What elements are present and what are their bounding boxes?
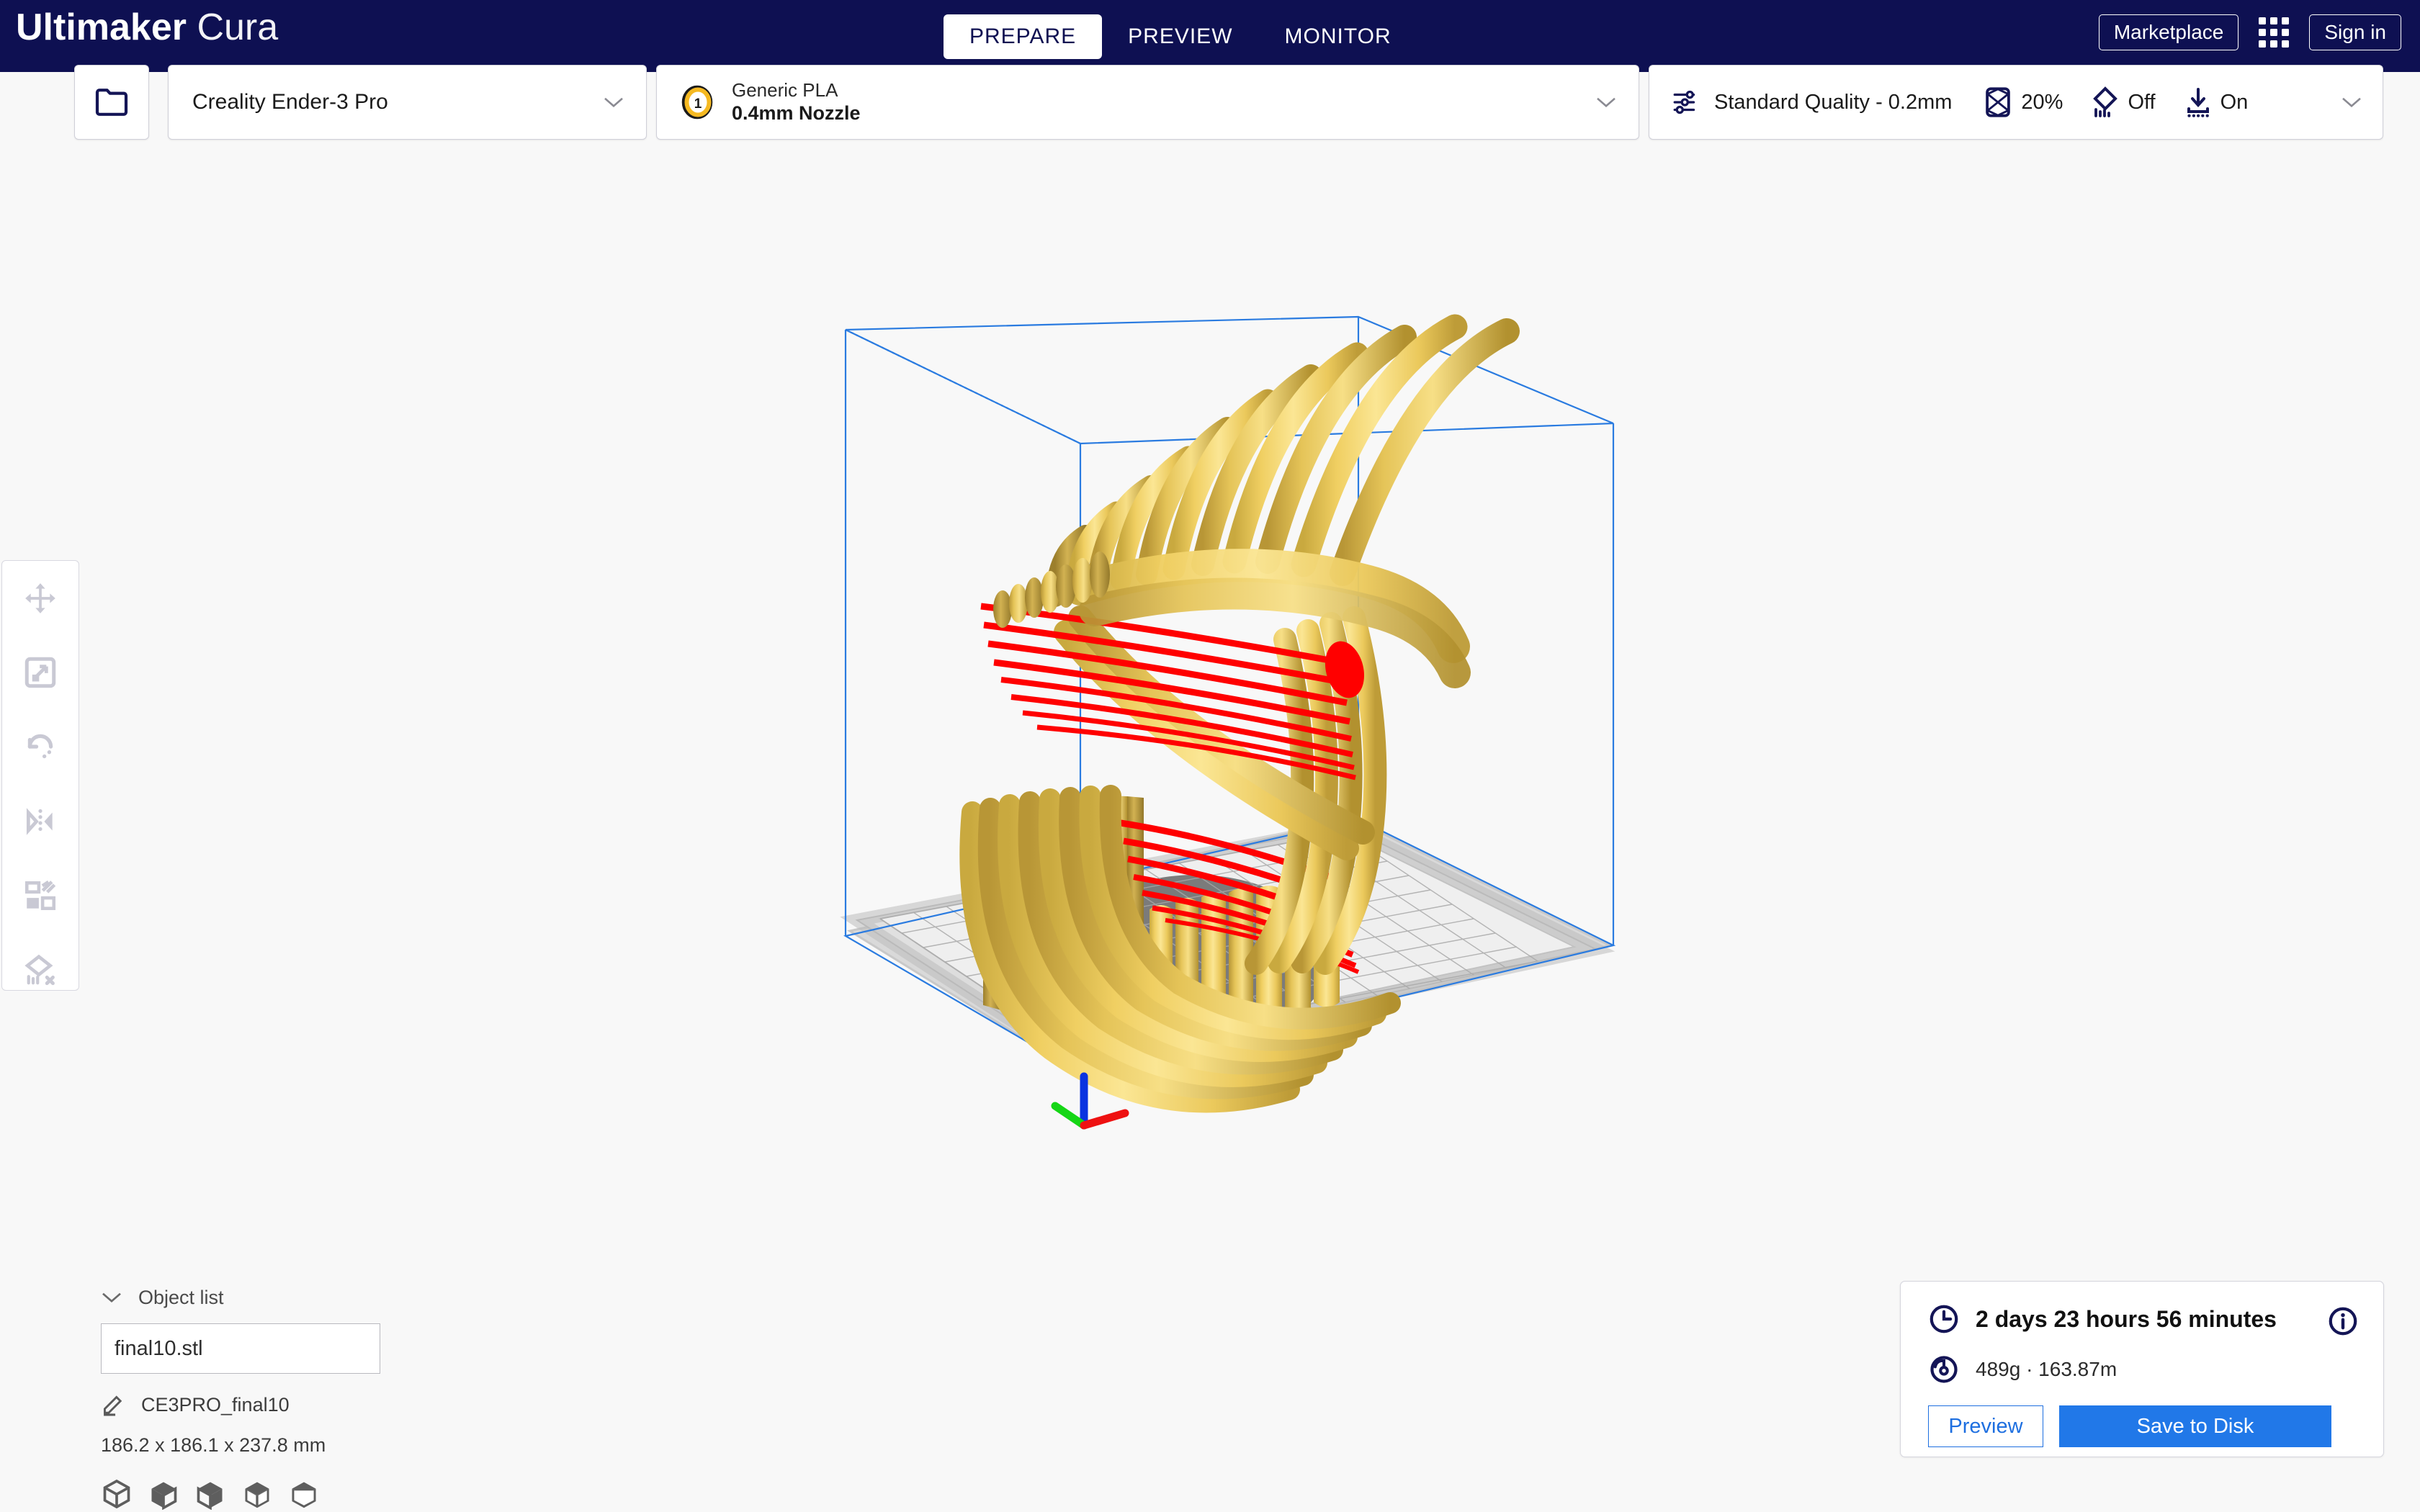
- view-top-button[interactable]: [194, 1478, 226, 1512]
- quality-profile-group: Standard Quality - 0.2mm: [1671, 87, 1952, 117]
- infill-group: 20%: [1985, 87, 2063, 117]
- cube-iso-icon: [101, 1478, 133, 1510]
- cube-front-icon: [148, 1478, 179, 1510]
- clock-icon: [1928, 1303, 1960, 1335]
- main-tabs: PREPARE PREVIEW MONITOR: [944, 14, 1417, 59]
- quality-profile-value: Standard Quality - 0.2mm: [1714, 91, 1952, 114]
- app-header: Ultimaker Cura PREPARE PREVIEW MONITOR M…: [0, 0, 2420, 72]
- header-actions: Marketplace Sign in: [2099, 14, 2401, 50]
- print-time-row: 2 days 23 hours 56 minutes: [1928, 1303, 2277, 1335]
- cube-right-icon: [288, 1478, 320, 1510]
- pencil-icon: [101, 1392, 125, 1417]
- chevron-down-icon: [101, 1291, 122, 1304]
- marketplace-button[interactable]: Marketplace: [2099, 14, 2239, 50]
- chevron-down-icon: [1595, 96, 1617, 109]
- sign-in-button[interactable]: Sign in: [2309, 14, 2401, 50]
- per-model-settings-tool[interactable]: [18, 876, 63, 916]
- brand-light: Cura: [197, 6, 278, 48]
- infill-value: 20%: [2021, 91, 2063, 114]
- move-tool[interactable]: [18, 578, 63, 618]
- chevron-down-icon: [2341, 96, 2362, 109]
- cube-top-icon: [194, 1478, 226, 1510]
- scale-tool[interactable]: [18, 652, 63, 693]
- info-circle-icon: [2327, 1305, 2359, 1337]
- object-list-panel: Object list final10.stl CE3PRO_final10 1…: [101, 1282, 475, 1512]
- adhesion-icon: [2184, 86, 2212, 118]
- move-arrows-icon: [22, 580, 58, 616]
- preview-button[interactable]: Preview: [1928, 1405, 2043, 1447]
- extruder-badge: 1: [680, 84, 714, 120]
- save-to-disk-button[interactable]: Save to Disk: [2059, 1405, 2331, 1447]
- material-name: Generic PLA: [732, 79, 861, 102]
- tab-prepare[interactable]: PREPARE: [944, 14, 1102, 59]
- machine-selector[interactable]: Creality Ender-3 Pro: [168, 65, 647, 140]
- material-usage-row: 489g · 163.87m: [1928, 1354, 2117, 1385]
- support-blocker-icon: [22, 952, 58, 988]
- svg-text:1: 1: [694, 96, 702, 112]
- view-left-button[interactable]: [241, 1478, 273, 1512]
- sliders-icon: [1671, 87, 1701, 117]
- support-icon: [2092, 86, 2119, 118]
- mirror-tool[interactable]: [18, 801, 63, 842]
- chevron-down-icon: [603, 96, 624, 109]
- print-time-value: 2 days 23 hours 56 minutes: [1976, 1306, 2277, 1333]
- cube-left-icon: [241, 1478, 273, 1510]
- print-info-tooltip-button[interactable]: [2327, 1305, 2359, 1341]
- open-file-button[interactable]: [74, 65, 149, 140]
- print-actions: Preview Save to Disk: [1928, 1405, 2331, 1447]
- print-settings-selector[interactable]: Standard Quality - 0.2mm 20%: [1649, 65, 2383, 140]
- support-blocker-tool[interactable]: [18, 950, 63, 990]
- material-usage-value: 489g · 163.87m: [1976, 1358, 2117, 1381]
- print-info-card: 2 days 23 hours 56 minutes 489g · 163.87…: [1900, 1281, 2384, 1457]
- nozzle-size: 0.4mm Nozzle: [732, 102, 861, 125]
- camera-view-buttons: [101, 1478, 475, 1512]
- tool-rail: [1, 560, 79, 991]
- adhesion-value: On: [2220, 91, 2249, 114]
- support-value: Off: [2128, 91, 2155, 114]
- selected-object-field[interactable]: final10.stl: [101, 1323, 380, 1374]
- rotate-tool[interactable]: [18, 726, 63, 767]
- material-selector[interactable]: 1 Generic PLA 0.4mm Nozzle: [656, 65, 1639, 140]
- tab-preview[interactable]: PREVIEW: [1102, 14, 1258, 59]
- grid-apps-icon[interactable]: [2259, 17, 2289, 48]
- tab-monitor[interactable]: MONITOR: [1259, 14, 1417, 59]
- per-model-settings-icon: [22, 878, 58, 914]
- adhesion-group: On: [2184, 86, 2249, 118]
- scale-icon: [22, 654, 58, 690]
- infill-icon: [1985, 87, 2011, 117]
- settings-toolbar: Creality Ender-3 Pro 1 Generic PLA 0.4mm…: [0, 72, 2420, 157]
- view-3d-button[interactable]: [101, 1478, 133, 1512]
- model-upper-fan: [1055, 327, 1507, 672]
- object-list-toggle[interactable]: Object list: [101, 1282, 475, 1313]
- mesh-name: CE3PRO_final10: [141, 1394, 290, 1416]
- object-list-label: Object list: [138, 1287, 224, 1309]
- mesh-name-row[interactable]: CE3PRO_final10: [101, 1392, 475, 1417]
- object-dimensions: 186.2 x 186.1 x 237.8 mm: [101, 1434, 475, 1457]
- support-group: Off: [2092, 86, 2155, 118]
- folder-open-icon: [94, 86, 130, 118]
- app-logo: Ultimaker Cura: [16, 6, 278, 49]
- view-front-button[interactable]: [148, 1478, 179, 1512]
- view-right-button[interactable]: [288, 1478, 320, 1512]
- spool-icon: [1928, 1354, 1960, 1385]
- mirror-icon: [22, 804, 58, 840]
- machine-name: Creality Ender-3 Pro: [192, 90, 388, 114]
- rotate-icon: [22, 729, 58, 765]
- brand-bold: Ultimaker: [16, 6, 187, 48]
